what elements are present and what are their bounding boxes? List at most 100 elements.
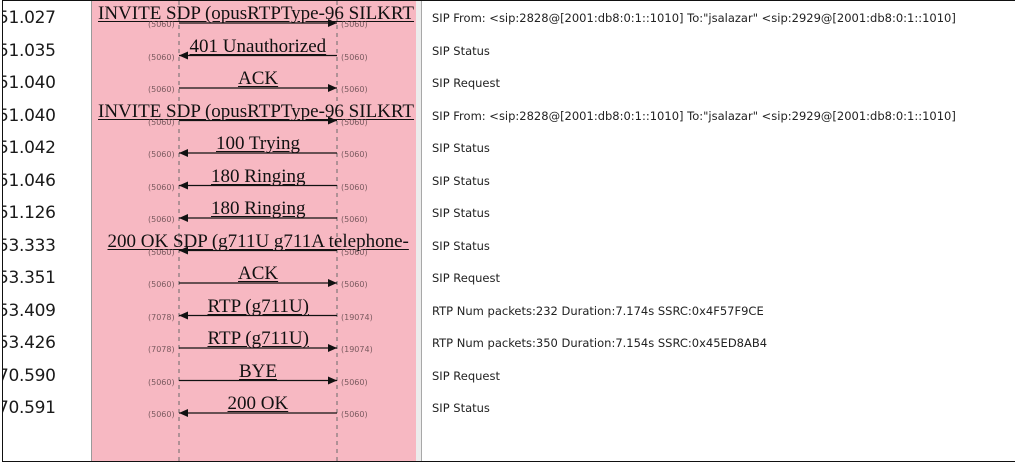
time-row[interactable]: 51.040 <box>3 67 91 99</box>
time-value: 70.590 <box>2 365 56 386</box>
comment-text: SIP From: <sip:2828@[2001:db8:0:1::1010]… <box>432 11 956 25</box>
source-port: (5060) <box>148 117 175 127</box>
arrowhead-right-icon <box>328 344 337 352</box>
comment-row[interactable]: SIP Request <box>422 360 1015 392</box>
destination-port: (5060) <box>341 247 368 257</box>
comment-row[interactable]: RTP Num packets:232 Duration:7.174s SSRC… <box>422 295 1015 327</box>
arrowhead-left-icon <box>179 149 188 157</box>
message-label[interactable]: ACK <box>238 68 278 90</box>
time-row[interactable]: 53.333 <box>3 230 91 262</box>
comment-text: SIP Request <box>432 271 500 285</box>
source-port: (5060) <box>148 20 175 29</box>
time-value: 53.426 <box>2 333 56 353</box>
comment-row[interactable]: SIP From: <sip:2828@[2001:db8:0:1::1010]… <box>422 2 1015 34</box>
comment-text: SIP Status <box>432 141 490 155</box>
arrowhead-left-icon <box>179 181 188 190</box>
time-value: 51.027 <box>2 8 56 28</box>
time-value: 51.042 <box>2 138 56 158</box>
comment-row[interactable]: SIP Request <box>422 262 1015 294</box>
comment-row[interactable]: SIP Status <box>422 35 1015 67</box>
destination-port: (5060) <box>341 150 368 159</box>
destination-port: (5060) <box>341 52 368 62</box>
message-label[interactable]: 180 Ringing <box>211 198 305 220</box>
comment-text: SIP Status <box>432 401 490 415</box>
comment-row[interactable]: SIP Status <box>422 197 1015 229</box>
destination-port: (5060) <box>341 182 368 192</box>
comment-text: SIP From: <sip:2828@[2001:db8:0:1::1010]… <box>432 108 956 123</box>
comment-row[interactable]: SIP Status <box>422 132 1015 164</box>
time-row[interactable]: 53.409 <box>3 295 91 327</box>
destination-port: (5060) <box>341 280 368 289</box>
message-label[interactable]: ACK <box>238 263 278 285</box>
comment-text: SIP Request <box>432 368 500 383</box>
comment-text: SIP Status <box>432 206 490 220</box>
comment-row[interactable]: RTP Num packets:350 Duration:7.154s SSRC… <box>422 327 1015 359</box>
time-value: 51.035 <box>2 40 56 61</box>
destination-port: (19074) <box>341 345 373 354</box>
message-label[interactable]: RTP (g711U) <box>208 296 309 318</box>
message-label[interactable]: BYE <box>239 361 277 383</box>
comment-row[interactable]: SIP Status <box>422 230 1015 262</box>
time-row[interactable]: 70.590 <box>3 360 91 392</box>
comment-text: SIP Status <box>432 43 490 58</box>
time-value: 51.040 <box>2 73 56 93</box>
comment-row[interactable]: SIP Status <box>422 392 1015 424</box>
flow-diagram[interactable]: INVITE SDP (opusRTPType-96 SILKRT (5060)(… <box>91 1 417 461</box>
source-port: (5060) <box>148 182 175 192</box>
time-value: 51.046 <box>2 170 56 191</box>
source-port: (7078) <box>148 345 175 354</box>
time-value: 53.351 <box>2 268 56 288</box>
time-value: 70.591 <box>2 398 56 418</box>
source-port: (5060) <box>148 150 175 159</box>
time-value: 53.333 <box>2 235 56 256</box>
arrowhead-right-icon <box>328 84 337 92</box>
time-value: 51.126 <box>2 203 56 223</box>
comment-row[interactable]: SIP From: <sip:2828@[2001:db8:0:1::1010]… <box>422 100 1015 132</box>
destination-port: (5060) <box>341 85 368 94</box>
arrowhead-left-icon <box>179 311 188 320</box>
time-row[interactable]: 51.035 <box>3 35 91 67</box>
comment-text: SIP Status <box>432 238 490 253</box>
comment-column: SIP From: <sip:2828@[2001:db8:0:1::1010]… <box>422 1 1015 461</box>
time-value: 51.040 <box>2 105 56 126</box>
time-row[interactable]: 53.426 <box>3 327 91 359</box>
source-port: (5060) <box>148 377 175 387</box>
message-label[interactable]: 401 Unauthorized <box>190 36 327 58</box>
time-row[interactable]: 51.027 <box>3 2 91 34</box>
comment-text: SIP Status <box>432 173 490 188</box>
time-column: 51.027 51.035 51.040 51.040 51.042 51.046 51.1… <box>3 1 91 461</box>
time-row[interactable]: 51.042 <box>3 132 91 164</box>
destination-port: (5060) <box>341 117 368 127</box>
message-label[interactable]: 100 Trying <box>216 133 300 155</box>
source-port: (5060) <box>148 280 175 289</box>
flow-graph-window: 51.027 51.035 51.040 51.040 51.042 51.046 51.1… <box>2 0 1015 462</box>
source-port: (5060) <box>148 410 175 419</box>
message-label[interactable]: 180 Ringing <box>211 166 305 188</box>
time-value: 53.409 <box>2 300 56 321</box>
time-row[interactable]: 70.591 <box>3 392 91 424</box>
arrowhead-left-icon <box>179 51 188 60</box>
comment-text: SIP Request <box>432 76 500 90</box>
arrowhead-right-icon <box>328 279 337 287</box>
destination-port: (5060) <box>341 20 368 29</box>
message-label[interactable]: RTP (g711U) <box>208 328 309 350</box>
destination-port: (5060) <box>341 215 368 224</box>
time-row[interactable]: 51.040 <box>3 100 91 132</box>
source-port: (5060) <box>148 85 175 94</box>
arrowhead-left-icon <box>179 409 188 417</box>
destination-port: (19074) <box>341 312 373 322</box>
message-label[interactable]: 200 OK <box>228 393 289 415</box>
source-port: (5060) <box>148 215 175 224</box>
arrowhead-right-icon <box>328 376 337 385</box>
time-row[interactable]: 51.126 <box>3 197 91 229</box>
comment-row[interactable]: SIP Status <box>422 165 1015 197</box>
source-port: (7078) <box>148 312 175 322</box>
comment-text: RTP Num packets:350 Duration:7.154s SSRC… <box>432 336 768 350</box>
time-row[interactable]: 53.351 <box>3 262 91 294</box>
destination-port: (5060) <box>341 410 368 419</box>
time-row[interactable]: 51.046 <box>3 165 91 197</box>
arrowhead-left-icon <box>179 214 188 222</box>
comment-row[interactable]: SIP Request <box>422 67 1015 99</box>
destination-port: (5060) <box>341 377 368 387</box>
comment-text: RTP Num packets:232 Duration:7.174s SSRC… <box>432 303 764 318</box>
